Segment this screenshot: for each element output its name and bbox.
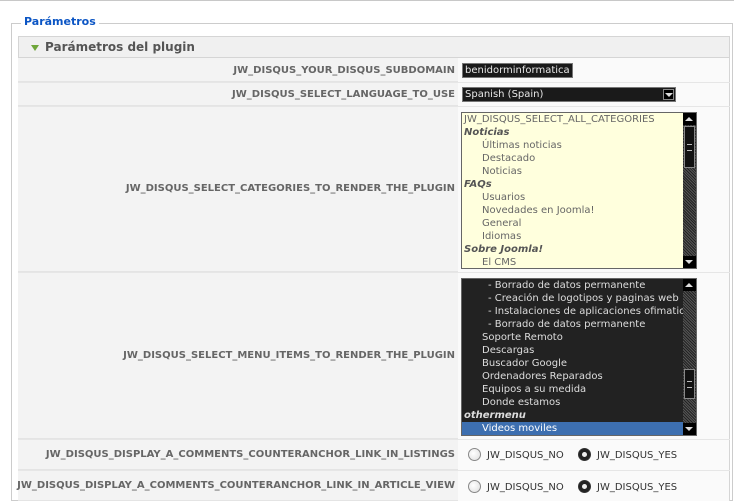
counter-listings-no-label: JW_DISQUS_NO [487, 450, 564, 461]
row-separator [18, 82, 730, 83]
counter-article-no-label: JW_DISQUS_NO [487, 482, 564, 493]
language-label: JW_DISQUS_SELECT_LANGUAGE_TO_USE [232, 89, 455, 100]
listbox-option[interactable]: Usuarios [462, 191, 696, 204]
counter-listings-yes-radio[interactable] [578, 448, 591, 461]
listbox-optgroup: Sobre Joomla! [464, 244, 544, 255]
listbox-option[interactable]: Buscador Google [462, 357, 696, 370]
menu-items-label: JW_DISQUS_SELECT_MENU_ITEMS_TO_RENDER_TH… [123, 350, 455, 361]
categories-label: JW_DISQUS_SELECT_CATEGORIES_TO_RENDER_TH… [125, 183, 455, 194]
listbox-option[interactable]: General [462, 217, 696, 230]
listbox-option[interactable]: Descargas [462, 344, 696, 357]
listbox-option[interactable]: - Instalaciones de aplicaciones ofimatic… [462, 305, 696, 318]
listbox-option[interactable]: Noticias [462, 165, 696, 178]
listbox-option[interactable]: Novedades en Joomla! [462, 204, 696, 217]
plugin-params-panel-header[interactable]: Parámetros del plugin [18, 36, 730, 58]
dropdown-arrow-icon[interactable] [663, 89, 674, 100]
language-select[interactable]: Spanish (Spain) [462, 87, 676, 102]
counter-article-yes-label: JW_DISQUS_YES [597, 482, 678, 493]
categories-listbox[interactable]: JW_DISQUS_SELECT_ALL_CATEGORIES Noticias Ú… [461, 112, 697, 269]
scroll-up-icon[interactable] [683, 279, 696, 291]
subdomain-input[interactable]: benidorminformatica [462, 63, 573, 78]
counter-listings-no-radio[interactable] [468, 448, 481, 461]
row-separator [18, 106, 730, 107]
listbox-option[interactable]: - Borrado de datos permanente [462, 318, 696, 331]
scroll-down-icon[interactable] [683, 256, 696, 268]
row-separator [18, 470, 730, 471]
scroll-thumb[interactable] [684, 126, 695, 168]
listbox-option[interactable]: Donde estamos [462, 396, 696, 409]
scroll-up-icon[interactable] [683, 113, 696, 125]
menu-items-scrollbar[interactable] [683, 279, 696, 435]
panel-title: Parámetros del plugin [45, 40, 195, 54]
top-divider [0, 0, 734, 1]
row-separator [18, 439, 730, 440]
listbox-option[interactable]: Destacado [462, 152, 696, 165]
listbox-optgroup: FAQs [464, 179, 492, 190]
language-selected-value: Spanish (Spain) [465, 89, 544, 100]
scroll-thumb[interactable] [684, 369, 695, 399]
listbox-option[interactable]: JW_DISQUS_SELECT_ALL_CATEGORIES [462, 113, 696, 126]
subdomain-label: JW_DISQUS_YOUR_DISQUS_SUBDOMAIN [233, 65, 455, 76]
listbox-optgroup: Noticias [464, 127, 510, 138]
counter-listings-label: JW_DISQUS_DISPLAY_A_COMMENTS_COUNTERANCH… [45, 449, 455, 460]
counter-article-label: JW_DISQUS_DISPLAY_A_COMMENTS_COUNTERANCH… [17, 480, 455, 491]
scroll-down-icon[interactable] [683, 423, 696, 435]
listbox-option[interactable]: Soporte Remoto [462, 331, 696, 344]
counter-article-no-radio[interactable] [468, 480, 481, 493]
listbox-option[interactable]: Videos moviles [462, 422, 696, 435]
counter-article-yes-radio[interactable] [578, 480, 591, 493]
expand-triangle-icon [31, 44, 39, 51]
listbox-option[interactable]: Idiomas [462, 230, 696, 243]
listbox-option[interactable]: El CMS [462, 256, 696, 268]
categories-scrollbar[interactable] [683, 113, 696, 268]
row-separator [18, 272, 730, 273]
fieldset-legend: Parámetros [21, 15, 99, 28]
listbox-option[interactable]: - Borrado de datos permanente [462, 279, 696, 292]
menu-items-listbox[interactable]: - Borrado de datos permanente - Creación … [461, 278, 697, 436]
listbox-option[interactable]: Últimas noticias [462, 139, 696, 152]
listbox-option[interactable]: Equipos a su medida [462, 383, 696, 396]
listbox-option[interactable]: - Creación de logotipos y paginas web [462, 292, 696, 305]
counter-listings-yes-label: JW_DISQUS_YES [597, 450, 678, 461]
listbox-option[interactable]: Ordenadores Reparados [462, 370, 696, 383]
listbox-optgroup: othermenu [464, 410, 526, 421]
